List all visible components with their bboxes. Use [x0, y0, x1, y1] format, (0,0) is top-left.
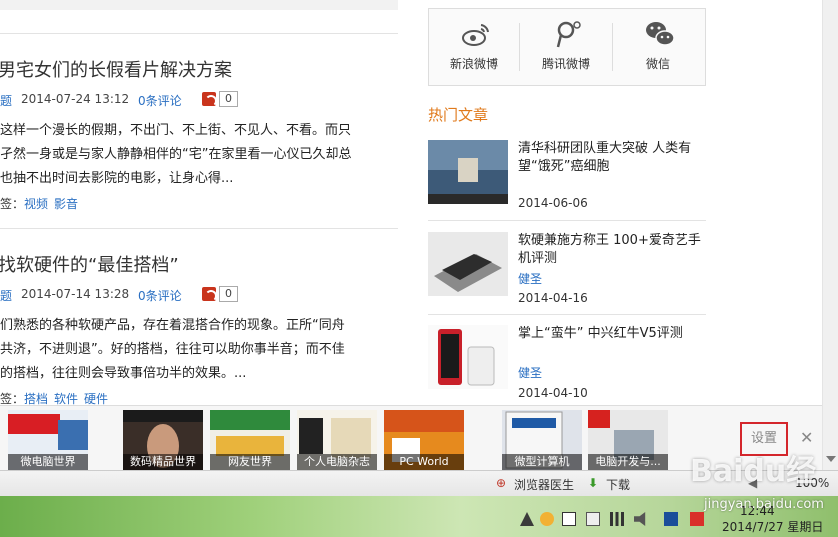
browser-doctor-button[interactable]: 浏览器医生	[514, 476, 574, 493]
separator	[519, 23, 520, 71]
magazine-caption: 数码精品世界	[123, 454, 203, 470]
magazine-caption: PC World	[384, 454, 464, 470]
tag-link[interactable]: 视频	[24, 197, 48, 211]
article-thumbnail	[428, 232, 508, 296]
hot-article-title[interactable]: 清华科研团队重大突破 人类有望“饿死”癌细胞	[518, 140, 708, 176]
magazine-item[interactable]: 数码精品世界	[123, 410, 203, 470]
magazine-item[interactable]: 电脑开发与...	[588, 410, 668, 470]
web-page: 男宅女们的长假看片解决方案 题 2014-07-24 13:12 0条评论 0 …	[0, 0, 838, 406]
tag-link[interactable]: 硬件	[84, 392, 108, 406]
article-title[interactable]: 男宅女们的长假看片解决方案	[0, 56, 232, 82]
article-tags: 签：视频 影音	[0, 195, 84, 212]
magazine-caption: 电脑开发与...	[588, 454, 668, 470]
article-thumbnail	[428, 140, 508, 204]
magazine-item[interactable]: 微型计算机	[502, 410, 582, 470]
article-date: 2014-07-24 13:12	[21, 92, 130, 106]
share-wechat[interactable]: 微信	[613, 9, 703, 85]
share-label: 微信	[645, 57, 670, 71]
magazine-caption: 个人电脑杂志	[297, 454, 377, 470]
divider	[428, 314, 706, 315]
top-bar	[0, 0, 398, 10]
qq-icon[interactable]	[540, 512, 554, 526]
comments-link[interactable]: 0条评论	[138, 287, 182, 304]
tag-link[interactable]: 软件	[54, 392, 78, 406]
share-tencent-weibo[interactable]: 腾讯微博	[521, 9, 611, 85]
share-icon[interactable]	[202, 92, 217, 107]
share-label: 新浪微博	[449, 57, 498, 71]
share-panel: 新浪微博 腾讯微博 微信	[428, 8, 706, 86]
plus-icon: ⊕	[496, 476, 507, 490]
article-meta: 题 2014-07-14 13:28 0条评论 0	[0, 286, 238, 303]
hot-article-author[interactable]: 健圣	[518, 364, 542, 381]
hot-article-title[interactable]: 掌上“蛮牛” 中兴红牛V5评测	[518, 325, 708, 343]
article-list: 男宅女们的长假看片解决方案 题 2014-07-24 13:12 0条评论 0 …	[0, 0, 398, 406]
share-icon[interactable]	[202, 287, 217, 302]
share-label: 腾讯微博	[541, 57, 590, 71]
download-button[interactable]: 下载	[606, 476, 630, 493]
sidebar: 新浪微博 腾讯微博 微信 热门文章 清华科研团队重大突破 人类有望“饿死”癌细胞…	[426, 0, 708, 405]
sogou-icon[interactable]	[690, 512, 704, 526]
tag-link[interactable]: 搭档	[24, 392, 48, 406]
magazine-item[interactable]: 个人电脑杂志	[297, 410, 377, 470]
magazine-caption: 微电脑世界	[8, 454, 88, 470]
hot-article-title[interactable]: 软硬兼施方称王 100+爱奇艺手机评测	[518, 232, 708, 268]
watermark-url: jingyan.baidu.com	[704, 497, 824, 512]
divider	[0, 33, 398, 34]
share-count: 0	[219, 286, 238, 302]
flag-icon[interactable]	[562, 512, 576, 526]
article-meta: 题 2014-07-24 13:12 0条评论 0	[0, 91, 238, 108]
tray-arrow-icon[interactable]	[520, 512, 534, 526]
article-summary: 们熟悉的各种软硬产品，存在着混搭合作的现象。正所​“同舟共济，不进则退”。好的搭…	[0, 318, 345, 381]
tag-link[interactable]: 影音	[54, 197, 78, 211]
weibo-icon	[462, 24, 489, 46]
share-weibo[interactable]: 新浪微博	[429, 9, 519, 85]
close-icon[interactable]: ✕	[800, 428, 813, 447]
magazine-caption: 网友世界	[210, 454, 290, 470]
clock-date[interactable]: 2014/7/27 星期日	[722, 518, 823, 535]
magazine-item[interactable]: PC World	[384, 410, 464, 470]
comments-link[interactable]: 0条评论	[138, 92, 182, 109]
download-icon: ⬇	[588, 476, 599, 490]
share-count: 0	[219, 91, 238, 107]
article-summary: 这样一个漫长的假期，不出门、不上街、不见人、不看​。而只孑然一身或是与家人静静相…	[0, 123, 352, 186]
divider	[428, 220, 706, 221]
device-icon[interactable]	[586, 512, 600, 526]
vertical-scrollbar[interactable]	[822, 0, 838, 470]
hot-articles-heading: 热门文章	[428, 106, 489, 124]
network-icon[interactable]	[610, 512, 624, 526]
article-title[interactable]: 找软硬件的“最佳搭档”	[0, 251, 179, 277]
input-method-icon[interactable]	[664, 512, 678, 526]
hot-article-date: 2014-04-10	[518, 386, 588, 400]
magazine-caption: 微型计算机	[502, 454, 582, 470]
divider	[0, 228, 398, 229]
category-link[interactable]: 题	[0, 94, 12, 108]
hot-article-author[interactable]: 健圣	[518, 270, 542, 287]
tags-label: 签：	[0, 197, 25, 211]
tencent-weibo-icon	[556, 21, 581, 48]
hot-article-date: 2014-06-06	[518, 196, 588, 210]
category-link[interactable]: 题	[0, 289, 12, 303]
wechat-icon	[646, 22, 675, 46]
article-date: 2014-07-14 13:28	[21, 287, 130, 301]
magazine-item[interactable]: 微电脑世界	[8, 410, 88, 470]
magazine-item[interactable]: 网友世界	[210, 410, 290, 470]
volume-icon[interactable]	[634, 512, 646, 526]
tags-label: 签：	[0, 392, 25, 406]
article-thumbnail	[428, 325, 508, 389]
hot-article[interactable]: 软硬兼施方称王 100+爱奇艺手机评测 健圣 2014-04-16	[428, 232, 708, 327]
hot-article-date: 2014-04-16	[518, 291, 588, 305]
